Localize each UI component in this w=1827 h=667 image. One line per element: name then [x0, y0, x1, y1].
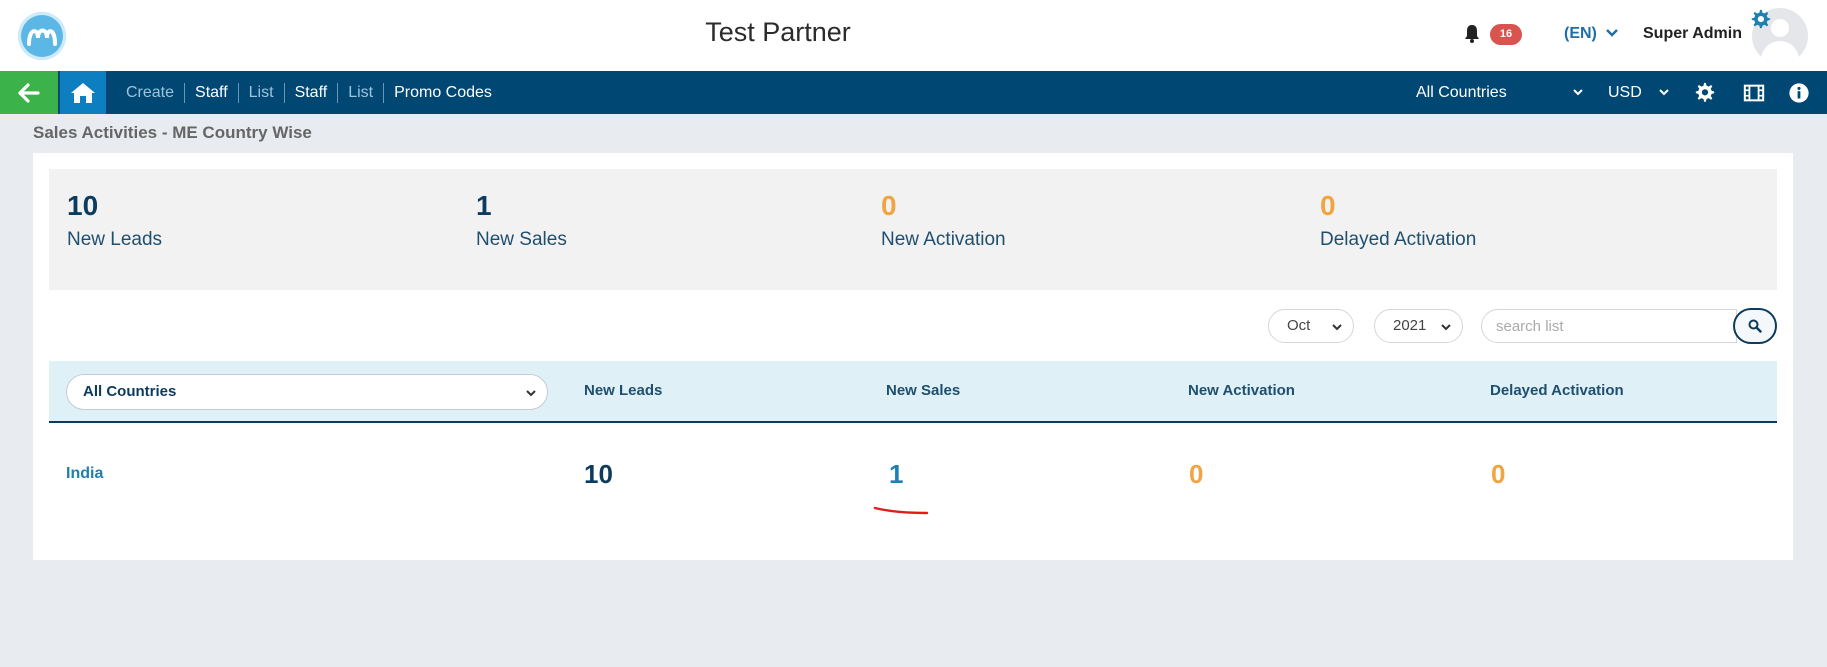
- stat-value: 0: [881, 190, 897, 221]
- stat-label: New Sales: [476, 229, 567, 250]
- top-header: Test Partner 16 (EN) Super Admin: [0, 0, 1827, 72]
- stat-label: New Leads: [67, 229, 163, 250]
- nav-link[interactable]: Staff: [285, 84, 338, 102]
- home-button[interactable]: [60, 71, 106, 114]
- chevron-down-icon: [1441, 324, 1451, 331]
- stat-delayed-activation: 0 Delayed Activation: [1320, 189, 1476, 251]
- stat-value: 1: [476, 190, 492, 221]
- stat-value: 0: [1320, 190, 1336, 221]
- film-icon[interactable]: [1743, 82, 1765, 104]
- avatar-head: [1771, 19, 1789, 37]
- home-icon: [71, 82, 95, 103]
- cell-new-sales-link[interactable]: 1: [889, 459, 903, 490]
- month-value: Oct: [1287, 317, 1311, 334]
- nav-links: Create Staff List Staff List Promo Codes: [116, 71, 502, 114]
- nav-link[interactable]: Promo Codes: [384, 84, 502, 102]
- currency-select[interactable]: USD: [1596, 71, 1678, 114]
- cell-new-leads: 10: [584, 459, 613, 489]
- column-header-new-activation[interactable]: New Activation: [1188, 382, 1295, 399]
- country-filter-value: All Countries: [1416, 84, 1507, 101]
- stat-label: Delayed Activation: [1320, 229, 1477, 250]
- red-annotation-underline: [873, 506, 929, 515]
- chevron-down-icon: [1573, 89, 1583, 96]
- avatar-body: [1761, 41, 1799, 64]
- nav-link[interactable]: Create: [116, 84, 184, 102]
- stat-new-activation: 0 New Activation: [881, 189, 1006, 251]
- info-icon[interactable]: [1788, 82, 1810, 104]
- user-name[interactable]: Super Admin: [1643, 25, 1742, 43]
- cell-new-activation: 0: [1189, 459, 1204, 489]
- nav-link[interactable]: List: [338, 84, 383, 102]
- year-value: 2021: [1393, 317, 1427, 334]
- stats-summary: 10 New Leads 1 New Sales 0 New Activatio…: [49, 169, 1777, 290]
- stat-label: New Activation: [881, 229, 1006, 250]
- year-select[interactable]: 2021: [1374, 309, 1463, 343]
- stat-value: 10: [67, 190, 99, 221]
- column-header-delayed-activation[interactable]: Delayed Activation: [1490, 382, 1624, 399]
- search-input[interactable]: [1481, 309, 1737, 343]
- country-link[interactable]: India: [66, 465, 103, 483]
- nav-link[interactable]: List: [239, 84, 284, 102]
- notification-badge[interactable]: 16: [1490, 24, 1522, 45]
- nav-link[interactable]: Staff: [185, 84, 238, 102]
- currency-value: USD: [1608, 84, 1642, 101]
- language-selector[interactable]: (EN): [1564, 25, 1597, 43]
- table-country-select[interactable]: All Countries: [66, 374, 548, 410]
- chevron-down-icon[interactable]: [1605, 26, 1619, 40]
- arrow-left-icon: [18, 82, 40, 103]
- bell-icon[interactable]: [1463, 24, 1481, 44]
- search-icon: [1748, 319, 1762, 333]
- gear-icon[interactable]: [1694, 82, 1716, 104]
- chevron-down-icon: [526, 390, 536, 397]
- stat-new-sales: 1 New Sales: [476, 189, 567, 251]
- search-button[interactable]: [1733, 308, 1777, 344]
- table-header: All Countries New Leads New Sales New Ac…: [49, 361, 1777, 423]
- chevron-down-icon: [1659, 89, 1669, 96]
- column-header-new-sales[interactable]: New Sales: [886, 382, 960, 399]
- cell-delayed-activation: 0: [1491, 459, 1506, 489]
- app-title: Test Partner: [705, 17, 851, 47]
- column-header-new-leads[interactable]: New Leads: [584, 382, 662, 399]
- settings-gear-icon[interactable]: [1749, 8, 1771, 30]
- back-button[interactable]: [0, 71, 58, 114]
- stat-new-leads: 10 New Leads: [67, 189, 162, 251]
- table-country-value: All Countries: [83, 383, 177, 400]
- month-select[interactable]: Oct: [1268, 309, 1354, 343]
- country-filter-select[interactable]: All Countries: [1404, 71, 1592, 114]
- chevron-down-icon: [1332, 324, 1342, 331]
- content-panel: 10 New Leads 1 New Sales 0 New Activatio…: [33, 153, 1793, 560]
- page-title: Sales Activities - ME Country Wise: [33, 123, 312, 142]
- navigation-bar: Create Staff List Staff List Promo Codes All …: [0, 71, 1827, 114]
